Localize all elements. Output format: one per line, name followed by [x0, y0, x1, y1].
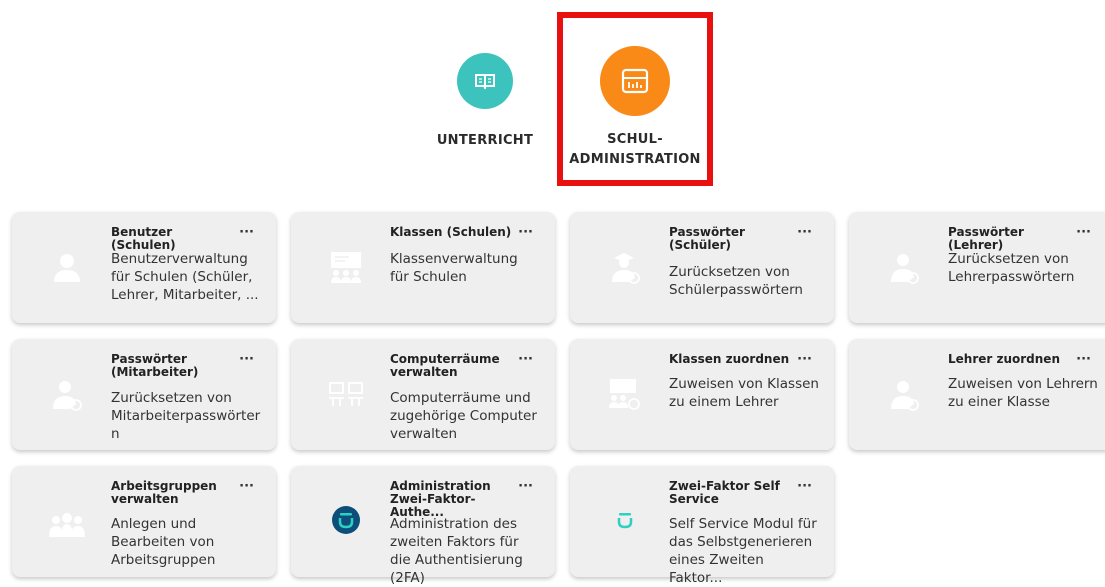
- category-unterricht[interactable]: UNTERRICHT: [437, 53, 533, 151]
- tile-description: Zurücksetzen von Schülerpasswörtern: [669, 264, 803, 298]
- more-options-button[interactable]: ···: [518, 225, 533, 240]
- more-options-button[interactable]: ···: [797, 352, 812, 367]
- workgroup-icon: [42, 500, 92, 550]
- tile-passwoerter-mitarbeiter[interactable]: Passwörter (Mitarbeiter) ··· Zurücksetze…: [12, 339, 276, 450]
- tile-description: Klassenverwaltung für Schulen: [390, 251, 518, 285]
- tile-title: Benutzer (Schulen): [111, 225, 176, 252]
- tile-klassen-zuordnen[interactable]: Klassen zuordnen ··· Zuweisen von Klasse…: [570, 339, 834, 450]
- tile-description: Administration des zweiten Faktors für d…: [390, 516, 523, 586]
- tile-description: Zurücksetzen von Lehrerpasswörtern: [948, 251, 1075, 285]
- tile-benutzer-schulen[interactable]: Benutzer (Schulen) ··· Benutzerverwaltun…: [12, 212, 276, 323]
- tile-administration-zwei-faktor[interactable]: Administration Zwei-Faktor-Authe... ··· …: [291, 466, 555, 586]
- more-options-button[interactable]: ···: [518, 479, 533, 494]
- tile-title: Arbeitsgruppen verwalten: [111, 479, 217, 506]
- more-options-button[interactable]: ···: [239, 352, 254, 367]
- tile-klassen-schulen[interactable]: Klassen (Schulen) ··· Klassenverwaltung …: [291, 212, 555, 323]
- student-password-icon: [600, 242, 650, 292]
- tile-description: Anlegen und Bearbeiten von Arbeitsgruppe…: [111, 516, 216, 568]
- book-icon: [475, 74, 495, 90]
- tile-description: Zurücksetzen von Mitarbeiterpasswörter n: [111, 390, 261, 442]
- two-factor-admin-icon: [321, 495, 371, 545]
- tile-title: Computerräume verwalten: [390, 352, 500, 379]
- more-options-button[interactable]: ···: [797, 225, 812, 240]
- more-options-button[interactable]: ···: [239, 225, 254, 240]
- tile-lehrer-zuordnen[interactable]: Lehrer zuordnen ··· Zuweisen von Lehrern…: [849, 339, 1105, 450]
- category-unterricht-label: UNTERRICHT: [436, 133, 534, 148]
- tile-computerraeume-verwalten[interactable]: Computerräume verwalten ··· Computerräum…: [291, 339, 555, 450]
- selection-highlight: [557, 12, 713, 186]
- computer-room-icon: [321, 369, 371, 419]
- assign-class-icon: [600, 369, 650, 419]
- user-icon: [42, 242, 92, 292]
- tile-title: Passwörter (Mitarbeiter): [111, 352, 199, 379]
- category-unterricht-circle[interactable]: [457, 53, 513, 109]
- tile-arbeitsgruppen-verwalten[interactable]: Arbeitsgruppen verwalten ··· Anlegen und…: [12, 466, 276, 577]
- tile-zwei-faktor-self-service[interactable]: Zwei-Faktor Self Service ··· Self Servic…: [570, 466, 834, 586]
- tile-title: Klassen (Schulen): [390, 225, 512, 239]
- tile-passwoerter-lehrer[interactable]: Passwörter (Lehrer) ··· Zurücksetzen von…: [849, 212, 1105, 323]
- tile-passwoerter-schueler[interactable]: Passwörter (Schüler) ··· Zurücksetzen vo…: [570, 212, 834, 323]
- tile-title: Passwörter (Lehrer): [948, 225, 1024, 252]
- tile-description: Self Service Modul für das Selbstgenerie…: [669, 516, 817, 586]
- tile-description: Computerräume und zugehörige Computer ve…: [390, 390, 537, 442]
- staff-password-icon: [42, 369, 92, 419]
- teacher-password-icon: [879, 242, 929, 292]
- tile-description: Zuweisen von Lehrern zu einer Klasse: [948, 376, 1098, 410]
- tile-title: Zwei-Faktor Self Service: [669, 479, 780, 506]
- assign-teacher-icon: [879, 369, 929, 419]
- tile-title: Passwörter (Schüler): [669, 225, 745, 252]
- tile-title: Klassen zuordnen: [669, 352, 790, 366]
- tile-description: Zuweisen von Klassen zu einem Lehrer: [669, 376, 819, 410]
- tile-title: Administration Zwei-Faktor-Authe...: [390, 479, 491, 519]
- more-options-button[interactable]: ···: [518, 352, 533, 367]
- tile-description: Benutzerverwaltung für Schulen (Schüler,…: [111, 251, 259, 303]
- two-factor-self-service-icon: [600, 495, 650, 545]
- more-options-button[interactable]: ···: [1076, 225, 1091, 240]
- more-options-button[interactable]: ···: [239, 479, 254, 494]
- more-options-button[interactable]: ···: [797, 479, 812, 494]
- class-icon: [321, 242, 371, 292]
- more-options-button[interactable]: ···: [1076, 352, 1091, 367]
- tile-title: Lehrer zuordnen: [948, 352, 1060, 366]
